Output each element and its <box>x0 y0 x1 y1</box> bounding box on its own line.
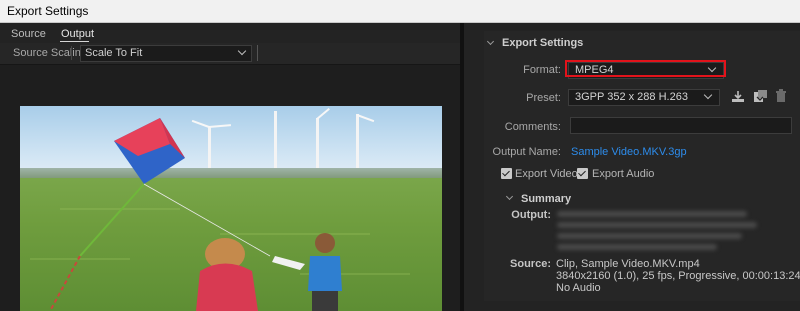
source-scaling-label: Source Scaling: <box>13 47 91 59</box>
preset-dropdown[interactable]: 3GPP 352 x 288 H.263 <box>568 89 720 106</box>
download-preset-icon[interactable] <box>731 90 745 103</box>
highlight-box <box>565 60 726 77</box>
title-bar: Export Settings <box>0 0 800 23</box>
active-tab-indicator <box>60 41 89 42</box>
output-name-link[interactable]: Sample Video.MKV.3gp <box>571 146 687 158</box>
tab-output[interactable]: Output <box>61 28 94 40</box>
preset-value: 3GPP 352 x 288 H.263 <box>575 91 688 103</box>
summary-source-audio: No Audio <box>556 282 601 294</box>
summary-source-label: Source: <box>510 258 551 270</box>
kite-illustration <box>49 118 342 311</box>
export-video-checkbox[interactable] <box>501 168 512 179</box>
output-name-label: Output Name: <box>492 146 561 158</box>
import-preset-icon[interactable] <box>753 89 768 103</box>
export-audio-checkbox[interactable] <box>577 168 588 179</box>
divider <box>71 46 72 60</box>
summary-source-format: 3840x2160 (1.0), 25 fps, Progressive, 00… <box>556 270 800 282</box>
source-scaling-dropdown[interactable]: Scale To Fit <box>80 45 252 62</box>
tab-bar: Source Output <box>0 23 460 43</box>
summary-output-label: Output: <box>511 209 551 221</box>
export-video-label[interactable]: Export Video <box>515 168 578 180</box>
summary-heading[interactable]: Summary <box>521 193 571 205</box>
trash-icon[interactable] <box>775 89 787 103</box>
source-scaling-value: Scale To Fit <box>85 47 143 59</box>
divider <box>257 45 258 61</box>
source-scaling-row: Source Scaling: Scale To Fit <box>0 43 460 65</box>
summary-source-clip: Clip, Sample Video.MKV.mp4 <box>556 258 700 270</box>
chevron-down-icon <box>703 90 713 100</box>
format-label: Format: <box>523 64 561 76</box>
comments-field[interactable] <box>570 117 792 134</box>
preset-label: Preset: <box>526 92 561 104</box>
chevron-down-icon <box>237 46 247 56</box>
window-title: Export Settings <box>7 4 89 18</box>
video-preview-frame <box>20 106 442 311</box>
tab-source[interactable]: Source <box>11 28 46 40</box>
export-settings-heading[interactable]: Export Settings <box>502 37 583 49</box>
export-audio-label[interactable]: Export Audio <box>592 168 654 180</box>
comments-label: Comments: <box>504 121 561 133</box>
scrollbar[interactable] <box>792 31 798 301</box>
